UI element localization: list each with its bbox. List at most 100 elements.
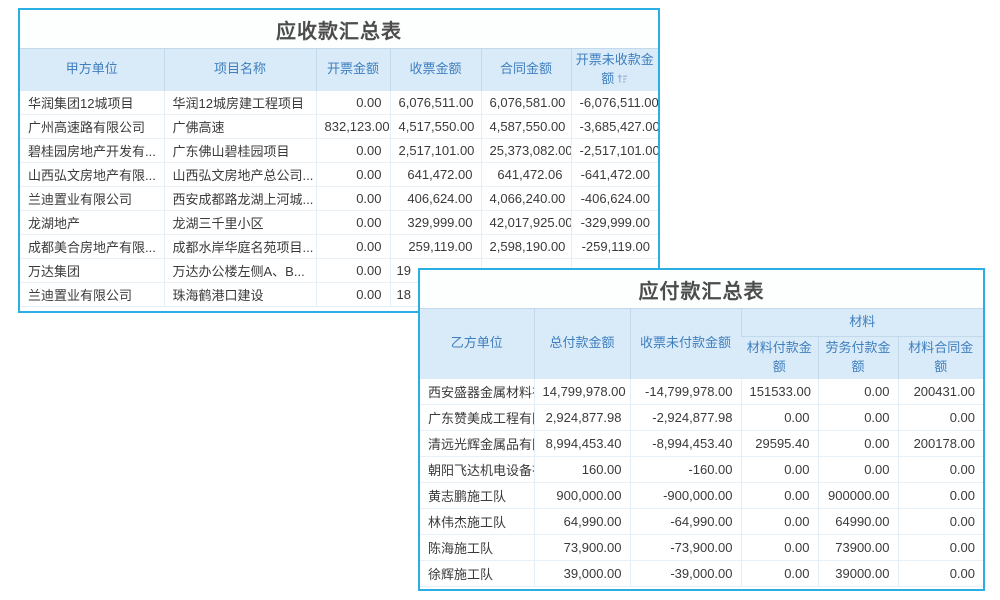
- payable-cell[interactable]: 朝阳飞达机电设备有: [420, 457, 534, 483]
- payable-cell[interactable]: 0.00: [898, 561, 983, 587]
- receivable-cell: -3,685,427.00: [571, 115, 658, 139]
- payable-cell[interactable]: 64990.00: [818, 509, 898, 535]
- payable-cell[interactable]: 29595.40: [741, 431, 818, 457]
- receivable-cell: 山西弘文房地产总公司...: [164, 163, 316, 187]
- payable-cell[interactable]: 39000.00: [818, 561, 898, 587]
- column-header-total-payment[interactable]: 总付款金额: [534, 309, 630, 379]
- receivable-cell: 珠海鹤港口建设: [164, 283, 316, 307]
- payable-cell[interactable]: 0.00: [741, 535, 818, 561]
- column-header-invoiced-amount[interactable]: 开票金额: [316, 49, 390, 91]
- payable-cell[interactable]: 151533.00: [741, 379, 818, 405]
- receivable-cell: -641,472.00: [571, 163, 658, 187]
- receivable-cell: -329,999.00: [571, 211, 658, 235]
- receivable-cell: 2,598,190.00: [481, 235, 571, 259]
- receivable-cell: -406,624.00: [571, 187, 658, 211]
- receivable-cell: 广东佛山碧桂园项目: [164, 139, 316, 163]
- receivable-cell: 华润集团12城项目: [20, 91, 164, 115]
- payable-row: 徐辉施工队39,000.00-39,000.000.0039000.000.00: [420, 561, 983, 587]
- column-header-material-contract[interactable]: 材料合同金额: [898, 337, 983, 379]
- receivable-cell: 山西弘文房地产有限...: [20, 163, 164, 187]
- payable-row: 林伟杰施工队64,990.00-64,990.000.0064990.000.0…: [420, 509, 983, 535]
- receivable-row: 华润集团12城项目华润12城房建工程项目0.006,076,511.006,07…: [20, 91, 658, 115]
- column-header-received-amount[interactable]: 收票金额: [390, 49, 481, 91]
- payable-cell[interactable]: 0.00: [898, 509, 983, 535]
- column-header-material-payment[interactable]: 材料付款金额: [741, 337, 818, 379]
- payable-row: 清远光辉金属品有限8,994,453.40-8,994,453.4029595.…: [420, 431, 983, 457]
- payable-cell[interactable]: 0.00: [741, 483, 818, 509]
- payable-cell[interactable]: 0.00: [741, 457, 818, 483]
- payable-cell[interactable]: 黄志鹏施工队: [420, 483, 534, 509]
- payable-table-body: 西安盛器金属材料有14,799,978.00-14,799,978.001515…: [420, 379, 983, 587]
- receivable-panel-title: 应收款汇总表: [20, 10, 658, 48]
- payable-cell: 73,900.00: [534, 535, 630, 561]
- payable-cell: 2,924,877.98: [534, 405, 630, 431]
- receivable-header-row: 甲方单位 项目名称 开票金额 收票金额 合同金额 开票未收款金额: [20, 49, 658, 91]
- payable-cell[interactable]: 0.00: [898, 483, 983, 509]
- receivable-cell: 0.00: [316, 139, 390, 163]
- payable-cell[interactable]: 200178.00: [898, 431, 983, 457]
- payable-cell[interactable]: 西安盛器金属材料有: [420, 379, 534, 405]
- payable-cell[interactable]: 900000.00: [818, 483, 898, 509]
- payable-cell[interactable]: 清远光辉金属品有限: [420, 431, 534, 457]
- payable-cell: 160.00: [534, 457, 630, 483]
- payable-panel-title: 应付款汇总表: [420, 270, 983, 308]
- receivable-cell: 成都美合房地产有限...: [20, 235, 164, 259]
- payable-cell[interactable]: 0.00: [818, 457, 898, 483]
- payable-cell: 900,000.00: [534, 483, 630, 509]
- receivable-cell: 碧桂园房地产开发有...: [20, 139, 164, 163]
- column-header-project-name[interactable]: 项目名称: [164, 49, 316, 91]
- payable-cell[interactable]: 徐辉施工队: [420, 561, 534, 587]
- payable-cell: -73,900.00: [630, 535, 741, 561]
- payable-cell[interactable]: 林伟杰施工队: [420, 509, 534, 535]
- receivable-cell: 龙湖地产: [20, 211, 164, 235]
- receivable-row: 兰迪置业有限公司西安成都路龙湖上河城...0.00406,624.004,066…: [20, 187, 658, 211]
- payable-cell[interactable]: 0.00: [818, 379, 898, 405]
- receivable-cell: 0.00: [316, 187, 390, 211]
- column-header-invoice-unpaid[interactable]: 收票未付款金额: [630, 309, 741, 379]
- column-header-invoiced-unreceived-amount[interactable]: 开票未收款金额: [571, 49, 658, 91]
- payable-cell[interactable]: 0.00: [741, 509, 818, 535]
- column-header-party-a[interactable]: 甲方单位: [20, 49, 164, 91]
- receivable-cell: 4,517,550.00: [390, 115, 481, 139]
- receivable-cell: -2,517,101.00: [571, 139, 658, 163]
- receivable-cell: -259,119.00: [571, 235, 658, 259]
- receivable-row: 成都美合房地产有限...成都水岸华庭名苑项目...0.00259,119.002…: [20, 235, 658, 259]
- payable-cell[interactable]: 0.00: [898, 535, 983, 561]
- payable-cell[interactable]: 0.00: [741, 561, 818, 587]
- receivable-cell: 0.00: [316, 235, 390, 259]
- payable-cell: -2,924,877.98: [630, 405, 741, 431]
- receivable-row: 碧桂园房地产开发有...广东佛山碧桂园项目0.002,517,101.0025,…: [20, 139, 658, 163]
- receivable-cell: 2,517,101.00: [390, 139, 481, 163]
- receivable-cell: 华润12城房建工程项目: [164, 91, 316, 115]
- receivable-cell: 兰迪置业有限公司: [20, 187, 164, 211]
- payable-cell[interactable]: 陈海施工队: [420, 535, 534, 561]
- payable-row: 西安盛器金属材料有14,799,978.00-14,799,978.001515…: [420, 379, 983, 405]
- receivable-cell: 0.00: [316, 283, 390, 307]
- payable-cell[interactable]: 73900.00: [818, 535, 898, 561]
- payable-cell: -900,000.00: [630, 483, 741, 509]
- column-header-contract-amount[interactable]: 合同金额: [481, 49, 571, 91]
- receivable-cell: 329,999.00: [390, 211, 481, 235]
- sort-icon[interactable]: [617, 73, 628, 84]
- payable-cell[interactable]: 0.00: [898, 457, 983, 483]
- payable-cell: -14,799,978.00: [630, 379, 741, 405]
- payable-cell: 64,990.00: [534, 509, 630, 535]
- payable-summary-panel: 应付款汇总表 乙方单位 总付款金额 收票未付款金额 材料 材料付款金额 劳务付款…: [418, 268, 985, 591]
- payable-cell: -39,000.00: [630, 561, 741, 587]
- payable-cell[interactable]: 0.00: [741, 405, 818, 431]
- receivable-cell: 广佛高速: [164, 115, 316, 139]
- receivable-cell: 641,472.00: [390, 163, 481, 187]
- receivable-cell: 0.00: [316, 211, 390, 235]
- receivable-cell: 832,123.00: [316, 115, 390, 139]
- column-header-party-b[interactable]: 乙方单位: [420, 309, 534, 379]
- payable-cell[interactable]: 广东赞美成工程有限: [420, 405, 534, 431]
- payable-cell[interactable]: 200431.00: [898, 379, 983, 405]
- column-header-labor-payment[interactable]: 劳务付款金额: [818, 337, 898, 379]
- receivable-cell: 0.00: [316, 163, 390, 187]
- payable-cell[interactable]: 0.00: [818, 405, 898, 431]
- receivable-cell: 西安成都路龙湖上河城...: [164, 187, 316, 211]
- payable-cell[interactable]: 0.00: [818, 431, 898, 457]
- receivable-row: 广州高速路有限公司广佛高速832,123.004,517,550.004,587…: [20, 115, 658, 139]
- payable-cell[interactable]: 0.00: [898, 405, 983, 431]
- receivable-cell: 406,624.00: [390, 187, 481, 211]
